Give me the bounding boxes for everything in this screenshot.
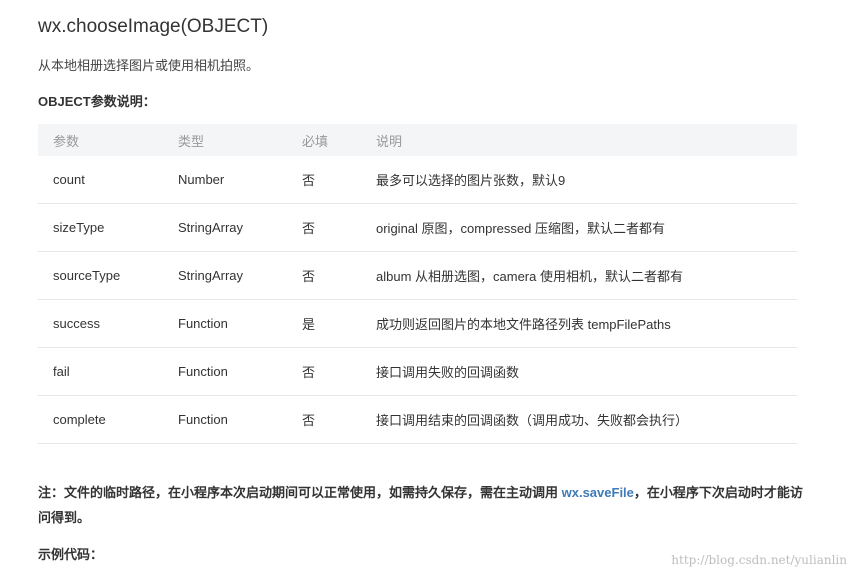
doc-page: wx.chooseImage(OBJECT) 从本地相册选择图片或使用相机拍照。… [0,0,855,575]
header-type: 类型 [178,133,205,149]
param-description: 成功则返回图片的本地文件路径列表 tempFilePaths [376,299,797,348]
param-type: StringArray [178,203,302,252]
note-text-before: 注：文件的临时路径，在小程序本次启动期间可以正常使用，如需持久保存，需在主动调用 [38,485,562,500]
param-type: Function [178,299,302,348]
header-required: 必填 [302,133,329,149]
example-code-heading: 示例代码： [38,547,104,562]
params-table-body: count Number 否 最多可以选择的图片张数，默认9 sizeType … [38,156,797,444]
param-type: Function [178,395,302,444]
table-row: complete Function 否 接口调用结束的回调函数（调用成功、失败都… [38,395,797,444]
param-description: original 原图，compressed 压缩图，默认二者都有 [376,203,797,252]
param-required: 否 [302,347,376,396]
param-name: sourceType [38,251,178,300]
params-table-header: 参数 类型 必填 说明 [38,124,797,156]
table-row: success Function 是 成功则返回图片的本地文件路径列表 temp… [38,299,797,348]
param-description: 最多可以选择的图片张数，默认9 [376,156,797,204]
param-required: 否 [302,203,376,252]
param-name: complete [38,395,178,444]
param-name: fail [38,347,178,396]
param-description: 接口调用结束的回调函数（调用成功、失败都会执行） [376,395,797,444]
table-row: count Number 否 最多可以选择的图片张数，默认9 [38,156,797,204]
param-description: album 从相册选图，camera 使用相机，默认二者都有 [376,251,797,300]
api-title: wx.chooseImage(OBJECT) [38,16,269,37]
header-description: 说明 [376,133,403,149]
param-required: 否 [302,251,376,300]
table-row: fail Function 否 接口调用失败的回调函数 [38,347,797,396]
param-type: Function [178,347,302,396]
watermark: http://blog.csdn.net/yulianlin [671,553,847,567]
temp-path-note: 注：文件的临时路径，在小程序本次启动期间可以正常使用，如需持久保存，需在主动调用… [38,480,803,530]
param-type: StringArray [178,251,302,300]
header-param: 参数 [53,133,80,149]
param-description: 接口调用失败的回调函数 [376,347,797,396]
param-required: 否 [302,395,376,444]
api-description: 从本地相册选择图片或使用相机拍照。 [38,58,260,73]
param-name: count [38,156,178,204]
param-required: 是 [302,299,376,348]
save-file-link[interactable]: wx.saveFile [562,485,634,500]
table-row: sizeType StringArray 否 original 原图，compr… [38,203,797,252]
params-table: 参数 类型 必填 说明 count Number 否 最多可以选择的图片张数，默… [38,124,797,444]
param-required: 否 [302,156,376,204]
param-type: Number [178,156,302,204]
params-heading: OBJECT参数说明： [38,94,156,109]
table-row: sourceType StringArray 否 album 从相册选图，cam… [38,251,797,300]
param-name: sizeType [38,203,178,252]
param-name: success [38,299,178,348]
header-row: 参数 类型 必填 说明 [38,124,797,156]
